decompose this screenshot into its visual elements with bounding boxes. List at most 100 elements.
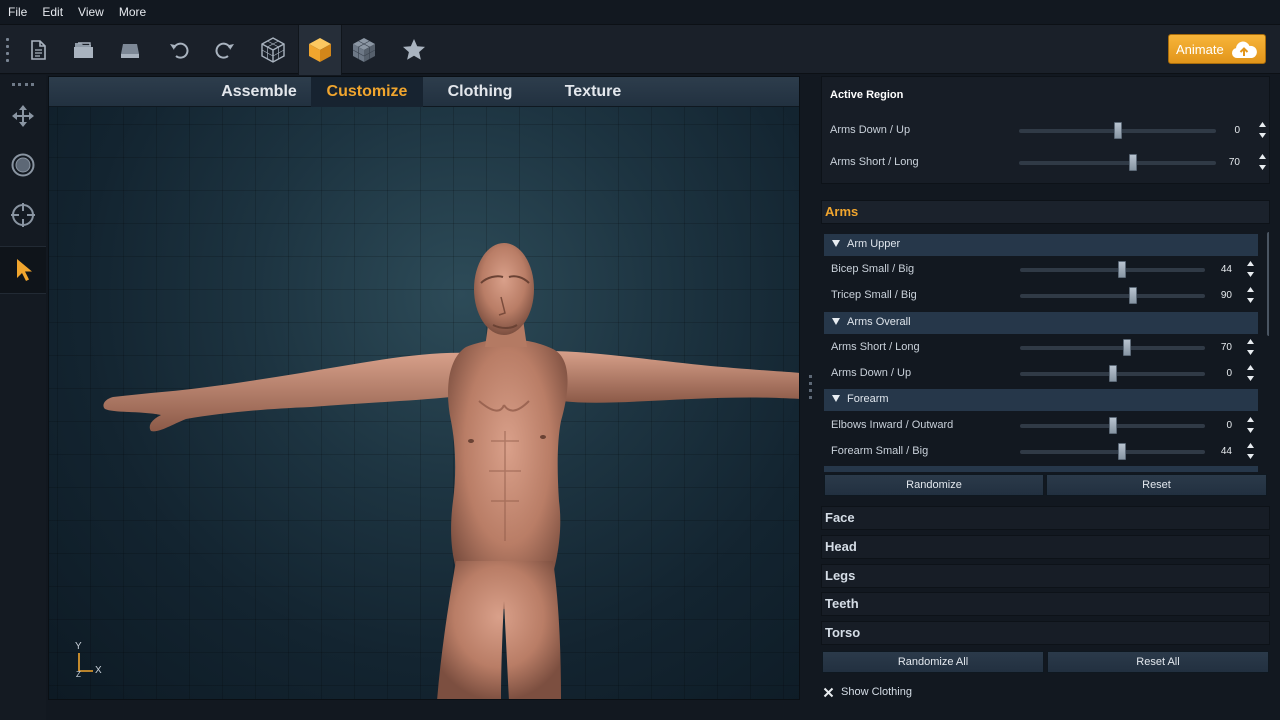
group-forearm[interactable]: Forearm [824, 389, 1258, 411]
target-icon [11, 203, 35, 227]
slider-track[interactable] [1019, 122, 1216, 139]
randomize-button[interactable]: Randomize [824, 474, 1044, 496]
scrollbar-thumb[interactable] [1267, 232, 1269, 336]
slider-thumb[interactable] [1113, 122, 1122, 139]
solid-view-button[interactable] [298, 25, 342, 75]
favorites-button[interactable] [395, 31, 433, 69]
tab-clothing[interactable]: Clothing [425, 77, 535, 107]
slider-label: Elbows Inward / Outward [831, 419, 954, 431]
spinner-arrows-icon[interactable] [1258, 153, 1267, 171]
slider-label: Tricep Small / Big [831, 289, 917, 301]
3d-viewport[interactable]: Assemble Customize Clothing Texture Y X … [48, 76, 800, 700]
slider-track[interactable] [1020, 339, 1205, 356]
axis-y-label: Y [75, 641, 82, 652]
slider-value[interactable]: 90 [1208, 290, 1232, 301]
arms-section-title: Arms [825, 204, 859, 219]
slider-track[interactable] [1019, 154, 1216, 171]
character-model[interactable] [49, 107, 800, 700]
new-document-icon [31, 40, 46, 60]
slider-thumb[interactable] [1128, 287, 1137, 304]
collapse-triangle-icon [832, 395, 840, 402]
slider-track[interactable] [1020, 261, 1205, 278]
slider-value[interactable]: 0 [1208, 420, 1232, 431]
reset-button[interactable]: Reset [1046, 474, 1267, 496]
show-clothing-label: Show Clothing [841, 686, 912, 698]
checkmark-icon [823, 687, 834, 697]
menu-view[interactable]: View [78, 5, 104, 19]
solid-cube-icon [309, 38, 331, 62]
menu-file[interactable]: File [8, 5, 27, 19]
slider-thumb[interactable] [1117, 443, 1126, 460]
rotate-tool-button[interactable] [4, 146, 42, 184]
spinner-arrows-icon[interactable] [1246, 260, 1255, 278]
section-head[interactable]: Head [821, 535, 1270, 559]
menu-more[interactable]: More [119, 5, 146, 19]
group-arm-upper[interactable]: Arm Upper [824, 234, 1258, 256]
select-tool-button[interactable] [0, 246, 46, 294]
arms-section-header[interactable]: Arms [821, 200, 1270, 224]
section-face[interactable]: Face [821, 506, 1270, 530]
wireframe-view-button[interactable] [254, 31, 292, 69]
section-torso[interactable]: Torso [821, 621, 1270, 645]
active-row-arms-down-up: Arms Down / Up 0 [822, 120, 1269, 142]
slider-track[interactable] [1020, 287, 1205, 304]
slider-thumb[interactable] [1129, 154, 1138, 171]
slider-track[interactable] [1020, 443, 1205, 460]
redo-button[interactable] [206, 31, 244, 69]
reset-all-button[interactable]: Reset All [1047, 651, 1269, 673]
spinner-arrows-icon[interactable] [1246, 338, 1255, 356]
slider-value[interactable]: 70 [1208, 342, 1232, 353]
spinner-arrows-icon[interactable] [1258, 121, 1267, 139]
tab-customize[interactable]: Customize [311, 77, 423, 107]
show-clothing-checkbox[interactable]: Show Clothing [823, 684, 912, 700]
slider-value[interactable]: 0 [1208, 368, 1232, 379]
open-folder-button[interactable] [65, 31, 103, 69]
slider-thumb[interactable] [1108, 365, 1117, 382]
spinner-arrows-icon[interactable] [1246, 286, 1255, 304]
menu-edit[interactable]: Edit [42, 5, 63, 19]
slider-thumb[interactable] [1108, 417, 1117, 434]
group-arms-overall[interactable]: Arms Overall [824, 312, 1258, 334]
slider-value[interactable]: 0 [1216, 125, 1240, 136]
toolbar-grip[interactable] [6, 38, 10, 62]
toolbar: Animate [0, 24, 1280, 75]
target-tool-button[interactable] [4, 196, 42, 234]
group-title: Forearm [847, 393, 889, 405]
slider-label: Arms Down / Up [830, 124, 911, 136]
section-legs[interactable]: Legs [821, 564, 1270, 588]
slider-value[interactable]: 44 [1208, 446, 1232, 457]
open-folder-icon [74, 42, 93, 58]
slider-thumb[interactable] [1123, 339, 1132, 356]
spinner-arrows-icon[interactable] [1246, 416, 1255, 434]
section-title: Torso [825, 625, 861, 640]
new-document-button[interactable] [19, 31, 57, 69]
axis-x-label: X [95, 665, 102, 676]
panel-splitter[interactable] [809, 375, 812, 399]
slider-value[interactable]: 44 [1208, 264, 1232, 275]
spinner-arrows-icon[interactable] [1246, 442, 1255, 460]
slider-track[interactable] [1020, 417, 1205, 434]
star-icon [403, 39, 425, 60]
axis-gizmo: Y X Z [75, 641, 102, 677]
animate-button[interactable]: Animate [1168, 34, 1266, 64]
tab-texture[interactable]: Texture [537, 77, 649, 107]
wireframe-cube-icon [261, 37, 285, 63]
shaded-view-button[interactable] [345, 31, 383, 69]
save-button[interactable] [111, 31, 149, 69]
tab-assemble[interactable]: Assemble [209, 77, 309, 107]
menu-bar: File Edit View More [0, 0, 1280, 24]
slider-row: Tricep Small / Big 90 [823, 285, 1269, 307]
undo-button[interactable] [160, 31, 198, 69]
collapse-triangle-icon [832, 240, 840, 247]
collapse-triangle-icon [832, 318, 840, 325]
section-title: Teeth [825, 596, 859, 611]
shaded-cube-icon [352, 38, 376, 62]
tool-strip-grip[interactable] [12, 83, 34, 86]
slider-value[interactable]: 70 [1216, 157, 1240, 168]
spinner-arrows-icon[interactable] [1246, 364, 1255, 382]
slider-track[interactable] [1020, 365, 1205, 382]
randomize-all-button[interactable]: Randomize All [822, 651, 1044, 673]
section-teeth[interactable]: Teeth [821, 592, 1270, 616]
move-tool-button[interactable] [4, 97, 42, 135]
slider-thumb[interactable] [1117, 261, 1126, 278]
